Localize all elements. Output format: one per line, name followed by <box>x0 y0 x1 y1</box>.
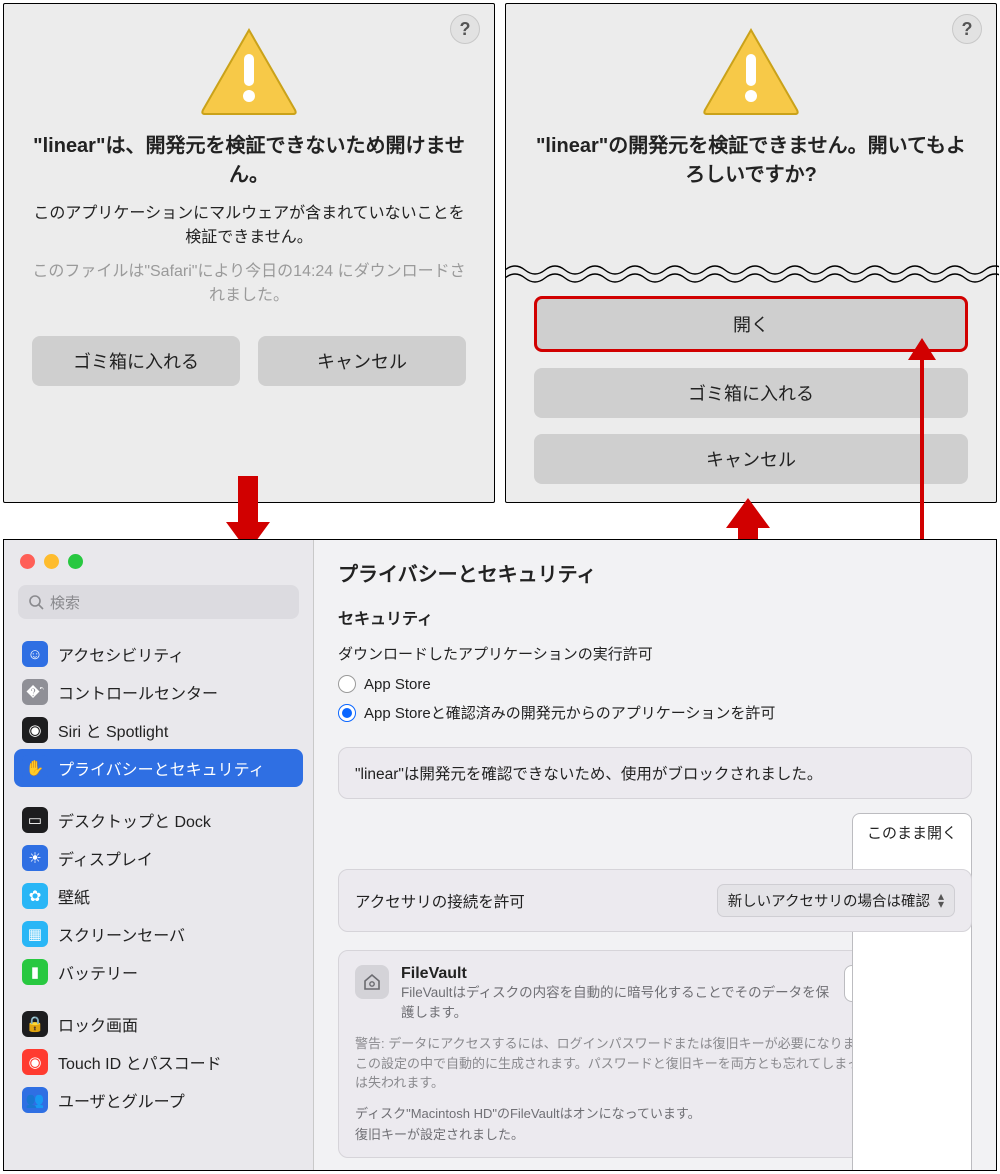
trash-button[interactable]: ゴミ箱に入れる <box>534 368 968 418</box>
accessory-dropdown[interactable]: 新しいアクセサリの場合は確認 ▴▾ <box>717 884 955 917</box>
sidebar-item-icon: 🔒 <box>22 1011 48 1037</box>
sidebar-item-label: プライバシーとセキュリティ <box>58 756 265 780</box>
dialog-title: "linear"の開発元を検証できません。開いてもよろしいですか? <box>506 126 996 204</box>
sidebar-item-label: スクリーンセーバ <box>58 922 185 946</box>
filevault-title: FileVault <box>401 965 832 983</box>
tear-decoration <box>505 262 999 284</box>
cancel-button[interactable]: キャンセル <box>534 434 968 484</box>
search-placeholder: 検索 <box>50 592 80 613</box>
trash-button[interactable]: ゴミ箱に入れる <box>32 336 240 386</box>
sidebar-item[interactable]: �⳿ コントロールセンター <box>14 673 303 711</box>
sidebar-item[interactable]: ✋ プライバシーとセキュリティ <box>14 749 303 787</box>
allow-apps-label: ダウンロードしたアプリケーションの実行許可 <box>338 639 972 672</box>
sidebar-gap <box>14 991 303 1005</box>
close-window-button[interactable] <box>20 554 35 569</box>
sidebar-item[interactable]: ☺ アクセシビリティ <box>14 635 303 673</box>
sidebar-item-label: アクセシビリティ <box>58 642 184 666</box>
sidebar-item[interactable]: ◉ Siri と Spotlight <box>14 711 303 749</box>
radio-app-store[interactable]: App Store <box>338 672 972 699</box>
sidebar-item[interactable]: ▭ デスクトップと Dock <box>14 801 303 839</box>
page-title: プライバシーとセキュリティ <box>338 554 972 605</box>
sidebar-item-label: デスクトップと Dock <box>58 808 211 832</box>
help-button[interactable]: ? <box>450 14 480 44</box>
search-input[interactable]: 検索 <box>18 585 299 619</box>
system-settings-window: 検索 ☺ アクセシビリティ �⳿ コントロールセンター ◉ Siri と Spotligh… <box>3 539 997 1171</box>
sidebar-item[interactable]: ✿ 壁紙 <box>14 877 303 915</box>
sidebar-item-icon: ☺ <box>22 641 48 667</box>
radio-icon <box>338 675 356 693</box>
settings-main: プライバシーとセキュリティ セキュリティ ダウンロードしたアプリケーションの実行… <box>314 540 996 1170</box>
connector-arrowhead-icon <box>908 338 936 360</box>
blocked-message: "linear"は開発元を確認できないため、使用がブロックされました。 <box>355 762 955 784</box>
zoom-window-button[interactable] <box>68 554 83 569</box>
sidebar-item[interactable]: ◉ Touch ID とパスコード <box>14 1043 303 1081</box>
dropdown-value: 新しいアクセサリの場合は確認 <box>728 890 930 911</box>
open-button[interactable]: 開く <box>534 296 968 352</box>
sidebar-item-icon: ✋ <box>22 755 48 781</box>
sidebar-gap <box>14 787 303 801</box>
sidebar-item-icon: ▦ <box>22 921 48 947</box>
dialog-cannot-open: ? "linear"は、開発元を検証できないため開けません。 このアプリケーショ… <box>3 3 495 503</box>
dialog-note: このファイルは"Safari"により今日の14:24 にダウンロードされました。 <box>4 252 494 318</box>
radio-label: App Store <box>364 676 431 693</box>
blocked-app-panel: "linear"は開発元を確認できないため、使用がブロックされました。 <box>338 747 972 799</box>
sidebar-item-label: コントロールセンター <box>58 680 218 704</box>
window-controls <box>4 540 313 579</box>
sidebar-item[interactable]: ☀ ディスプレイ <box>14 839 303 877</box>
sidebar-item-label: ディスプレイ <box>58 846 153 870</box>
sidebar-item-label: ロック画面 <box>58 1012 138 1036</box>
dialog-body: このアプリケーションにマルウェアが含まれていないことを検証できません。 <box>4 198 494 252</box>
sidebar-item-icon: �⳿ <box>22 679 48 705</box>
security-section-label: セキュリティ <box>338 605 972 639</box>
warning-icon <box>701 26 801 116</box>
sidebar-item-icon: ◉ <box>22 1049 48 1075</box>
sidebar-item-icon: ☀ <box>22 845 48 871</box>
filevault-icon <box>355 965 389 999</box>
sidebar-item-label: Siri と Spotlight <box>58 718 168 742</box>
cancel-button[interactable]: キャンセル <box>258 336 466 386</box>
sidebar-item-icon: ▮ <box>22 959 48 985</box>
sidebar-item-icon: ✿ <box>22 883 48 909</box>
filevault-desc: FileVaultはディスクの内容を自動的に暗号化することでそのデータを保護しま… <box>401 983 832 1022</box>
sidebar-item-icon: 👥 <box>22 1087 48 1113</box>
sidebar-item-label: ユーザとグループ <box>58 1088 185 1112</box>
sidebar-item[interactable]: 👥 ユーザとグループ <box>14 1081 303 1119</box>
sidebar-item-icon: ◉ <box>22 717 48 743</box>
sidebar-item-icon: ▭ <box>22 807 48 833</box>
search-icon <box>28 594 44 610</box>
help-button[interactable]: ? <box>952 14 982 44</box>
sidebar-item[interactable]: 🔒 ロック画面 <box>14 1005 303 1043</box>
sidebar: 検索 ☺ アクセシビリティ �⳿ コントロールセンター ◉ Siri と Spotligh… <box>4 540 314 1170</box>
warning-icon <box>199 26 299 116</box>
radio-label: App Storeと確認済みの開発元からのアプリケーションを許可 <box>364 702 775 723</box>
radio-icon <box>338 704 356 722</box>
accessory-panel: アクセサリの接続を許可 新しいアクセサリの場合は確認 ▴▾ <box>338 869 972 932</box>
radio-identified-devs[interactable]: App Storeと確認済みの開発元からのアプリケーションを許可 <box>338 699 972 729</box>
chevron-updown-icon: ▴▾ <box>938 893 944 907</box>
sidebar-item[interactable]: ▮ バッテリー <box>14 953 303 991</box>
dialog-title: "linear"は、開発元を検証できないため開けません。 <box>4 126 494 198</box>
sidebar-item-label: バッテリー <box>58 960 138 984</box>
minimize-window-button[interactable] <box>44 554 59 569</box>
accessory-label: アクセサリの接続を許可 <box>355 890 525 912</box>
sidebar-item-label: 壁紙 <box>58 884 90 908</box>
sidebar-item-label: Touch ID とパスコード <box>58 1050 222 1074</box>
sidebar-item[interactable]: ▦ スクリーンセーバ <box>14 915 303 953</box>
open-anyway-button[interactable]: このまま開く <box>852 813 972 1170</box>
